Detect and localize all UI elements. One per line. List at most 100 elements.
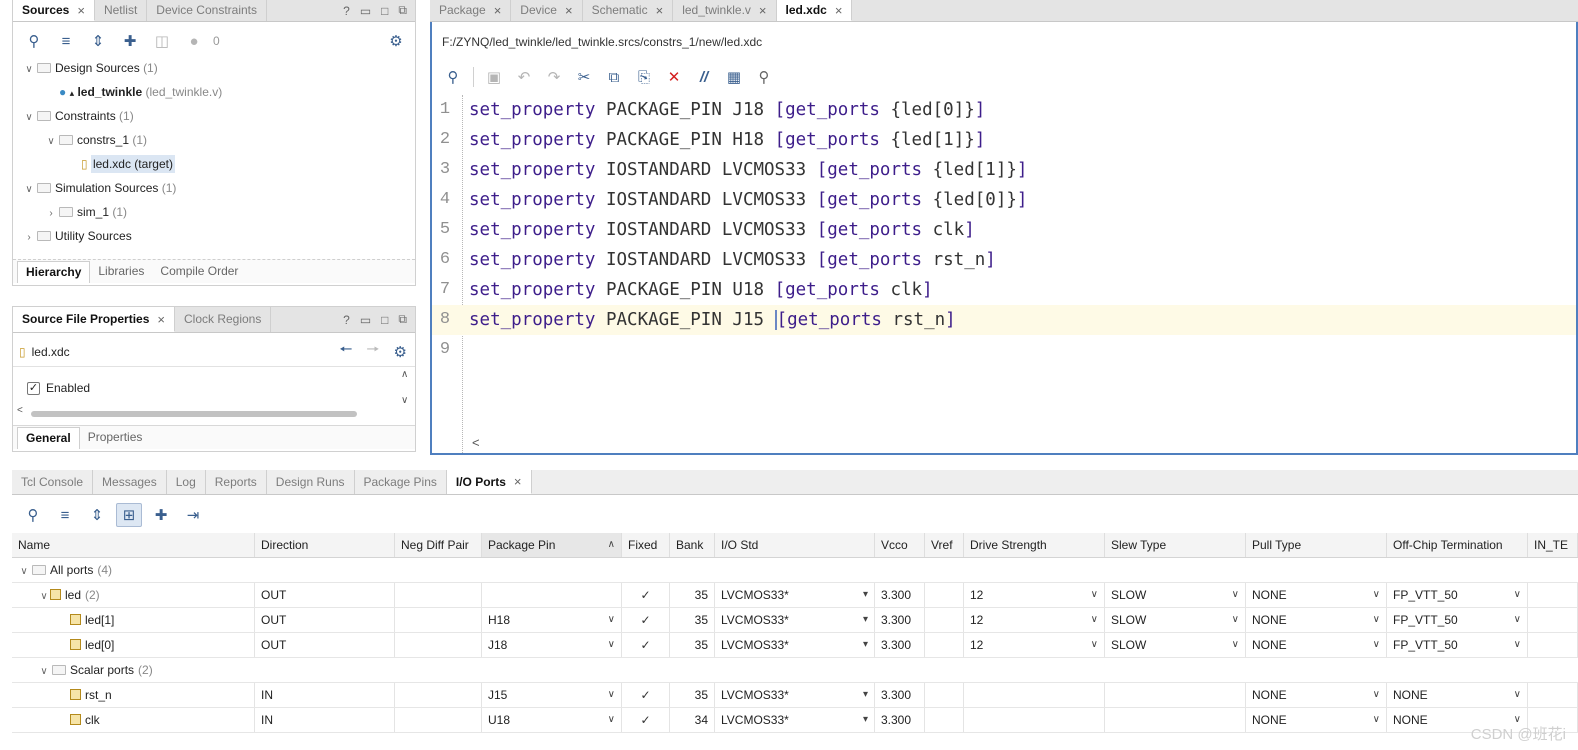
editor-scroll-left-icon[interactable]: < (472, 435, 480, 450)
table-row[interactable]: clk IN U18 ∨ ✓ 34 LVCMOS33* ▾ 3.300 NONE ∨ NONE ∨ (12, 708, 1578, 733)
enabled-checkbox[interactable]: ✓ (27, 381, 40, 395)
maximize-icon[interactable]: □ (381, 4, 388, 18)
float-icon[interactable]: ⧉ (398, 312, 407, 327)
vertical-scrollbar[interactable]: ∧ ∨ (401, 369, 411, 419)
column-header-neg[interactable]: Neg Diff Pair (395, 533, 482, 557)
code-editor[interactable]: 1 set_property PACKAGE_PIN J18 [get_ports… (432, 95, 1576, 453)
column-header-term[interactable]: Off-Chip Termination (1387, 533, 1528, 557)
cell-term[interactable]: NONE ∨ (1387, 683, 1528, 707)
report-icon[interactable]: ◫ (149, 29, 175, 53)
cell-term[interactable]: FP_VTT_50 ∨ (1387, 608, 1528, 632)
chevron-down-icon[interactable]: ∨ (1373, 683, 1380, 707)
table-row[interactable]: rst_n IN J15 ∨ ✓ 35 LVCMOS33* ▾ 3.300 NONE ∨ NONE ∨ (12, 683, 1578, 708)
paste-icon[interactable]: ⎘ (631, 65, 657, 89)
cell-pull[interactable]: NONE ∨ (1246, 633, 1387, 657)
close-icon[interactable]: × (565, 0, 573, 21)
tab-hierarchy[interactable]: Hierarchy (17, 260, 91, 283)
tab-device-constraints[interactable]: Device Constraints (147, 0, 268, 21)
tree-led-twinkle[interactable]: ● ▴ led_twinkle (led_twinkle.v) (13, 81, 415, 103)
close-icon[interactable]: × (77, 0, 85, 21)
chevron-down-icon[interactable]: ∨ (1232, 583, 1239, 607)
cell-iostd[interactable]: LVCMOS33* ▾ (715, 683, 875, 707)
close-icon[interactable]: × (157, 307, 165, 332)
tab-package[interactable]: Package × (430, 0, 512, 21)
tree-constrs-1[interactable]: ∨ constrs_1 (1) (13, 129, 415, 151)
dropdown-triangle-icon[interactable]: ▾ (863, 608, 868, 632)
float-icon[interactable]: ⧉ (398, 3, 407, 18)
column-header-vcco[interactable]: Vcco (875, 533, 925, 557)
cell-drive[interactable] (964, 683, 1105, 707)
column-header-name[interactable]: Name (12, 533, 255, 557)
dropdown-triangle-icon[interactable]: ▾ (863, 683, 868, 707)
chevron-down-icon[interactable]: ∨ (38, 660, 50, 682)
cell-slew[interactable] (1105, 708, 1246, 732)
tab-tcl-console[interactable]: Tcl Console (12, 470, 94, 494)
chevron-down-icon[interactable]: ∨ (1373, 708, 1380, 732)
redo-icon[interactable]: ↷ (541, 65, 567, 89)
code-line[interactable]: 2 set_property PACKAGE_PIN H18 [get_ports… (432, 125, 1576, 155)
tab-device[interactable]: Device × (511, 0, 583, 21)
tab-properties[interactable]: Properties (80, 427, 151, 448)
scroll-left-icon[interactable]: < (17, 405, 23, 416)
maximize-icon[interactable]: □ (381, 313, 388, 327)
cell-term[interactable]: FP_VTT_50 ∨ (1387, 583, 1528, 607)
add-icon[interactable]: ✚ (148, 503, 174, 527)
table-row[interactable]: led[0] OUT J18 ∨ ✓ 35 LVCMOS33* ▾ 3.300 12 ∨ SLOW ∨ N… (12, 633, 1578, 658)
cell-pin[interactable]: J18 ∨ (482, 633, 622, 657)
chevron-down-icon[interactable]: ∨ (608, 633, 615, 657)
tree-sim-1[interactable]: › sim_1 (1) (13, 201, 415, 223)
cell-pin[interactable]: U18 ∨ (482, 708, 622, 732)
collapse-all-icon[interactable]: ≡ (52, 503, 78, 527)
close-icon[interactable]: × (514, 470, 522, 494)
column-header-pin[interactable]: Package Pin ∧ (482, 533, 622, 557)
cell-drive[interactable]: 12 ∨ (964, 583, 1105, 607)
close-icon[interactable]: × (656, 0, 664, 21)
dropdown-triangle-icon[interactable]: ▾ (863, 633, 868, 657)
column-header-bank[interactable]: Bank (670, 533, 715, 557)
cell-slew[interactable] (1105, 683, 1246, 707)
undo-icon[interactable]: ↶ (511, 65, 537, 89)
forward-arrow-icon[interactable]: 🠖 (366, 339, 379, 364)
tab-io-ports[interactable]: I/O Ports × (446, 470, 532, 494)
cell-iostd[interactable]: LVCMOS33* ▾ (715, 583, 875, 607)
expand-all-icon[interactable]: ⇕ (85, 29, 111, 53)
chevron-down-icon[interactable]: ∨ (23, 59, 35, 81)
column-header-iostd[interactable]: I/O Std (715, 533, 875, 557)
close-icon[interactable]: × (759, 0, 767, 21)
expand-all-icon[interactable]: ⇕ (84, 503, 110, 527)
tree-utility-sources[interactable]: › Utility Sources (13, 225, 415, 247)
tree-constraints[interactable]: ∨ Constraints (1) (13, 105, 415, 127)
chevron-down-icon[interactable]: ∨ (1232, 608, 1239, 632)
cell-term[interactable]: FP_VTT_50 ∨ (1387, 633, 1528, 657)
cell-iostd[interactable]: LVCMOS33* ▾ (715, 708, 875, 732)
cell-iostd[interactable]: LVCMOS33* ▾ (715, 608, 875, 632)
chevron-down-icon[interactable]: ∨ (1514, 683, 1521, 707)
chevron-down-icon[interactable]: ∨ (608, 683, 615, 707)
cell-iostd[interactable]: LVCMOS33* ▾ (715, 633, 875, 657)
cell-slew[interactable]: SLOW ∨ (1105, 583, 1246, 607)
enabled-row[interactable]: ✓ Enabled (27, 381, 90, 395)
chevron-down-icon[interactable]: ∨ (45, 131, 57, 153)
sort-asc-icon[interactable]: ∧ (608, 533, 615, 557)
help-icon[interactable]: ? (343, 313, 350, 327)
tab-libraries[interactable]: Libraries (90, 261, 152, 282)
chevron-down-icon[interactable]: ∨ (1091, 583, 1098, 607)
chevron-down-icon[interactable]: ∨ (1373, 583, 1380, 607)
chevron-down-icon[interactable]: ∨ (1514, 583, 1521, 607)
chevron-down-icon[interactable]: ∨ (38, 585, 50, 607)
cell-pull[interactable]: NONE ∨ (1246, 708, 1387, 732)
code-line[interactable]: 6 set_property IOSTANDARD LVCMOS33 [get_p… (432, 245, 1576, 275)
tab-schematic[interactable]: Schematic × (583, 0, 674, 21)
code-line[interactable]: 8 set_property PACKAGE_PIN J15 [get_ports… (432, 305, 1576, 335)
column-header-pull[interactable]: Pull Type (1246, 533, 1387, 557)
dropdown-triangle-icon[interactable]: ▾ (863, 583, 868, 607)
tab-compile-order[interactable]: Compile Order (152, 261, 246, 282)
tree-simulation-sources[interactable]: ∨ Simulation Sources (1) (13, 177, 415, 199)
tab-led-xdc[interactable]: led.xdc × (776, 0, 853, 21)
gear-icon[interactable]: ⚙ (383, 29, 409, 53)
code-line[interactable]: 7 set_property PACKAGE_PIN U18 [get_ports… (432, 275, 1576, 305)
tab-messages[interactable]: Messages (93, 470, 167, 494)
chevron-right-icon[interactable]: › (45, 203, 57, 225)
table-row[interactable]: led[1] OUT H18 ∨ ✓ 35 LVCMOS33* ▾ 3.300 12 ∨ SLOW ∨ N… (12, 608, 1578, 633)
cell-pin[interactable]: J15 ∨ (482, 683, 622, 707)
